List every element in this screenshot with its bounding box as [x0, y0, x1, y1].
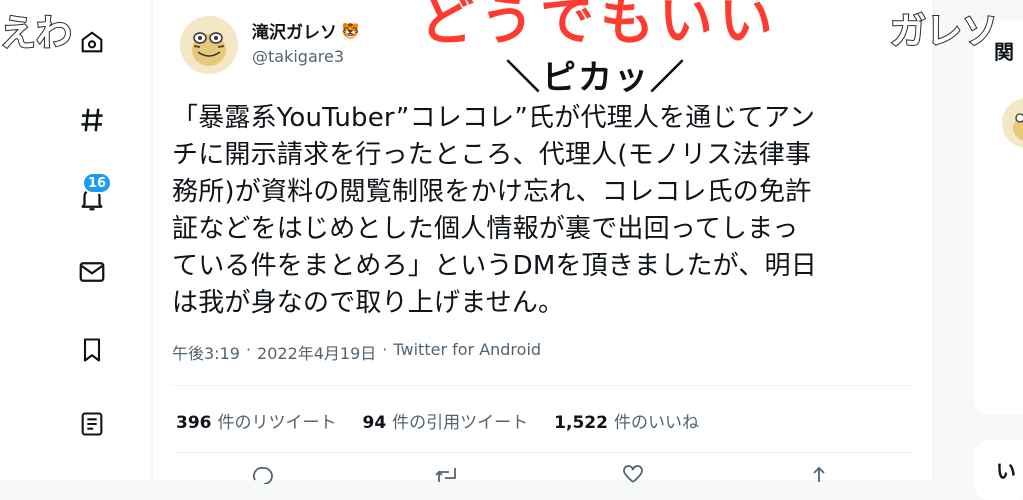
reply-button[interactable] — [248, 464, 278, 484]
tweet-time[interactable]: 午後3:19 — [172, 340, 240, 364]
meta-separator: · — [382, 340, 388, 359]
likes-label: 件のいいね — [613, 413, 699, 433]
retweet-icon — [435, 468, 456, 482]
heart-icon — [623, 465, 643, 483]
tweet-metadata: 午後3:19 · 2022年4月19日 · Twitter for Androi… — [172, 340, 541, 364]
settings-nav-button[interactable] — [72, 22, 112, 62]
overlay-caption-top: どうでもいい — [419, 0, 779, 54]
tweet-text: 「暴露系YouTuber”コレコレ”氏が代理人を通じてアン チに開示請求を行った… — [172, 103, 817, 318]
tweet-source[interactable]: Twitter for Android — [393, 340, 541, 364]
related-user-avatar[interactable] — [1002, 98, 1023, 148]
mail-icon — [79, 262, 105, 282]
overlay-caption-left: えわ — [0, 12, 73, 55]
tiger-emoji-icon: 🐯 — [341, 21, 360, 40]
retweets-stat[interactable]: 396 件のリツイート — [176, 408, 337, 433]
author-name[interactable]: 滝沢ガレソ 🐯 — [252, 18, 360, 44]
lists-nav-button[interactable] — [72, 404, 112, 444]
retweets-label: 件のリツイート — [217, 413, 337, 433]
tiger-avatar-icon — [180, 16, 238, 74]
gear-icon — [81, 31, 103, 53]
like-button[interactable] — [618, 464, 648, 484]
tiger-avatar-icon — [1002, 98, 1023, 148]
explore-nav-button[interactable] — [72, 100, 112, 140]
related-users-card — [974, 20, 1023, 415]
quotes-stat[interactable]: 94 件の引用ツイート — [363, 408, 529, 433]
overlay-sound-effect: ＼ピカッ／ — [506, 58, 686, 98]
author-avatar[interactable] — [180, 16, 238, 74]
overlay-caption-right: ガレソ — [889, 10, 999, 53]
left-navigation: 16 — [0, 0, 150, 480]
author-handle[interactable]: @takigare3 — [252, 47, 344, 66]
likes-count: 1,522 — [554, 413, 608, 433]
retweet-button[interactable] — [432, 464, 462, 484]
reply-icon — [252, 467, 273, 484]
likes-stat[interactable]: 1,522 件のいいね — [554, 408, 699, 433]
author-name-text: 滝沢ガレソ — [252, 23, 337, 43]
share-button[interactable] — [804, 464, 834, 484]
share-icon — [813, 466, 825, 482]
hashtag-icon — [81, 108, 103, 132]
tweet-stats: 396 件のリツイート 94 件の引用ツイート 1,522 件のいいね — [176, 408, 699, 433]
bookmark-icon — [83, 338, 101, 362]
bookmarks-nav-button[interactable] — [72, 330, 112, 370]
divider — [172, 385, 912, 386]
meta-separator: · — [245, 340, 252, 359]
list-icon — [81, 412, 103, 436]
quotes-count: 94 — [362, 413, 387, 433]
tweet-date[interactable]: 2022年4月19日 — [257, 340, 376, 364]
divider — [172, 452, 912, 453]
notification-count-badge: 16 — [82, 172, 112, 194]
quotes-label: 件の引用ツイート — [392, 413, 529, 433]
messages-nav-button[interactable] — [72, 252, 112, 292]
retweets-count: 396 — [176, 413, 212, 433]
